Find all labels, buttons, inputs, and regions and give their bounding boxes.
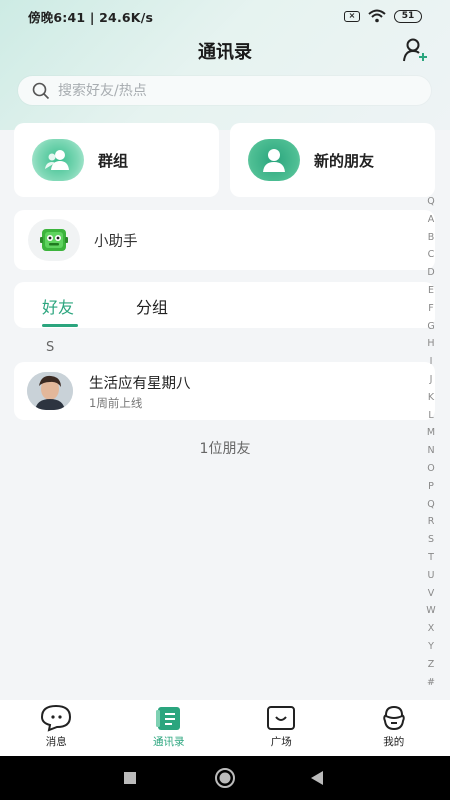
tab-friends[interactable]: 好友 — [42, 294, 74, 318]
alpha-index-letter[interactable]: G — [427, 318, 434, 336]
new-friends-label: 新的朋友 — [314, 151, 375, 170]
status-time-speed: 傍晚6:41 | 24.6K/s — [28, 9, 154, 25]
nav-label-contacts: 通讯录 — [153, 736, 185, 748]
contacts-tabs: 好友 分组 — [14, 282, 435, 328]
friend-name: 生活应有星期八 — [89, 375, 191, 392]
alphabet-index[interactable]: Q A B C D E F G H I J K L M N O P Q R S T U V W X Y Z # — [420, 193, 442, 691]
alpha-index-letter[interactable]: X — [428, 620, 435, 638]
alpha-index-letter[interactable]: W — [426, 602, 435, 620]
nav-item-square[interactable]: 广场 — [225, 700, 338, 756]
alpha-index-letter[interactable]: L — [428, 407, 433, 425]
nav-item-profile[interactable]: 我的 — [338, 700, 450, 756]
search-icon — [32, 82, 50, 99]
alpha-index-letter[interactable]: F — [428, 300, 433, 318]
search-bar[interactable] — [18, 76, 431, 105]
page-title: 通讯录 — [198, 42, 252, 63]
alpha-index-letter[interactable]: C — [428, 246, 435, 264]
active-tab-indicator — [42, 324, 78, 327]
friend-row[interactable]: 生活应有星期八 1周前上线 — [14, 362, 435, 420]
new-friends-card[interactable]: 新的朋友 — [230, 123, 435, 197]
sim-icon: × — [344, 10, 360, 22]
recent-apps-icon[interactable] — [123, 771, 137, 785]
alpha-index-letter[interactable]: Q — [427, 496, 434, 514]
alpha-index-letter[interactable]: P — [428, 478, 434, 496]
friend-last-online: 1周前上线 — [89, 395, 143, 410]
alpha-index-letter[interactable]: B — [428, 229, 435, 247]
bottom-nav: 消息 通讯录 广场 我的 — [0, 700, 450, 756]
system-nav-bar — [0, 756, 450, 800]
alpha-index-letter[interactable]: N — [427, 442, 434, 460]
search-input[interactable] — [58, 82, 398, 99]
nav-label-messages: 消息 — [45, 736, 67, 748]
nav-item-messages[interactable]: 消息 — [0, 700, 113, 756]
group-card[interactable]: 群组 — [14, 123, 219, 197]
tab-groups[interactable]: 分组 — [136, 294, 168, 318]
friend-text: 生活应有星期八 1周前上线 — [89, 372, 191, 411]
section-letter: S — [46, 340, 55, 355]
alpha-index-letter[interactable]: H — [427, 335, 434, 353]
nav-item-contacts[interactable]: 通讯录 — [113, 700, 226, 756]
alpha-index-letter[interactable]: E — [428, 282, 434, 300]
assistant-robot-icon — [28, 219, 80, 261]
chat-bubble-icon — [41, 704, 72, 732]
alpha-index-letter[interactable]: O — [427, 460, 434, 478]
alpha-index-letter[interactable]: D — [427, 264, 434, 282]
alpha-index-letter[interactable]: # — [427, 674, 435, 692]
battery-icon: 51 — [394, 9, 422, 23]
square-icon — [267, 706, 296, 730]
alpha-index-letter[interactable]: K — [428, 389, 434, 407]
alpha-index-letter[interactable]: U — [428, 567, 435, 585]
wifi-icon — [368, 9, 386, 23]
header: 通讯录 — [0, 32, 450, 70]
assistant-card[interactable]: 小助手 — [14, 210, 435, 270]
alpha-index-letter[interactable]: V — [428, 585, 435, 603]
alpha-index-letter[interactable]: Y — [428, 638, 434, 656]
status-icons: × 51 — [344, 9, 422, 23]
contacts-icon — [155, 707, 180, 730]
friend-count: 1位朋友 — [199, 441, 251, 457]
nav-label-profile: 我的 — [383, 736, 405, 748]
alpha-index-letter[interactable]: A — [428, 211, 435, 229]
alpha-index-letter[interactable]: T — [428, 549, 434, 567]
nav-label-square: 广场 — [270, 736, 292, 748]
status-bar: 傍晚6:41 | 24.6K/s × 51 — [0, 0, 450, 32]
new-friend-icon — [248, 139, 300, 181]
group-label: 群组 — [98, 151, 129, 170]
avatar — [27, 372, 73, 410]
alpha-index-search[interactable]: Q — [427, 193, 434, 211]
group-icon — [32, 139, 84, 181]
alpha-index-letter[interactable]: I — [430, 353, 433, 371]
add-user-icon[interactable] — [402, 36, 430, 64]
home-icon[interactable] — [214, 767, 236, 789]
profile-icon — [382, 705, 405, 731]
alpha-index-letter[interactable]: S — [428, 531, 434, 549]
back-icon[interactable] — [309, 770, 325, 786]
alpha-index-letter[interactable]: R — [428, 513, 435, 531]
alpha-index-letter[interactable]: Z — [428, 656, 435, 674]
alpha-index-letter[interactable]: J — [430, 371, 433, 389]
assistant-label: 小助手 — [94, 233, 138, 250]
alpha-index-letter[interactable]: M — [427, 424, 435, 442]
